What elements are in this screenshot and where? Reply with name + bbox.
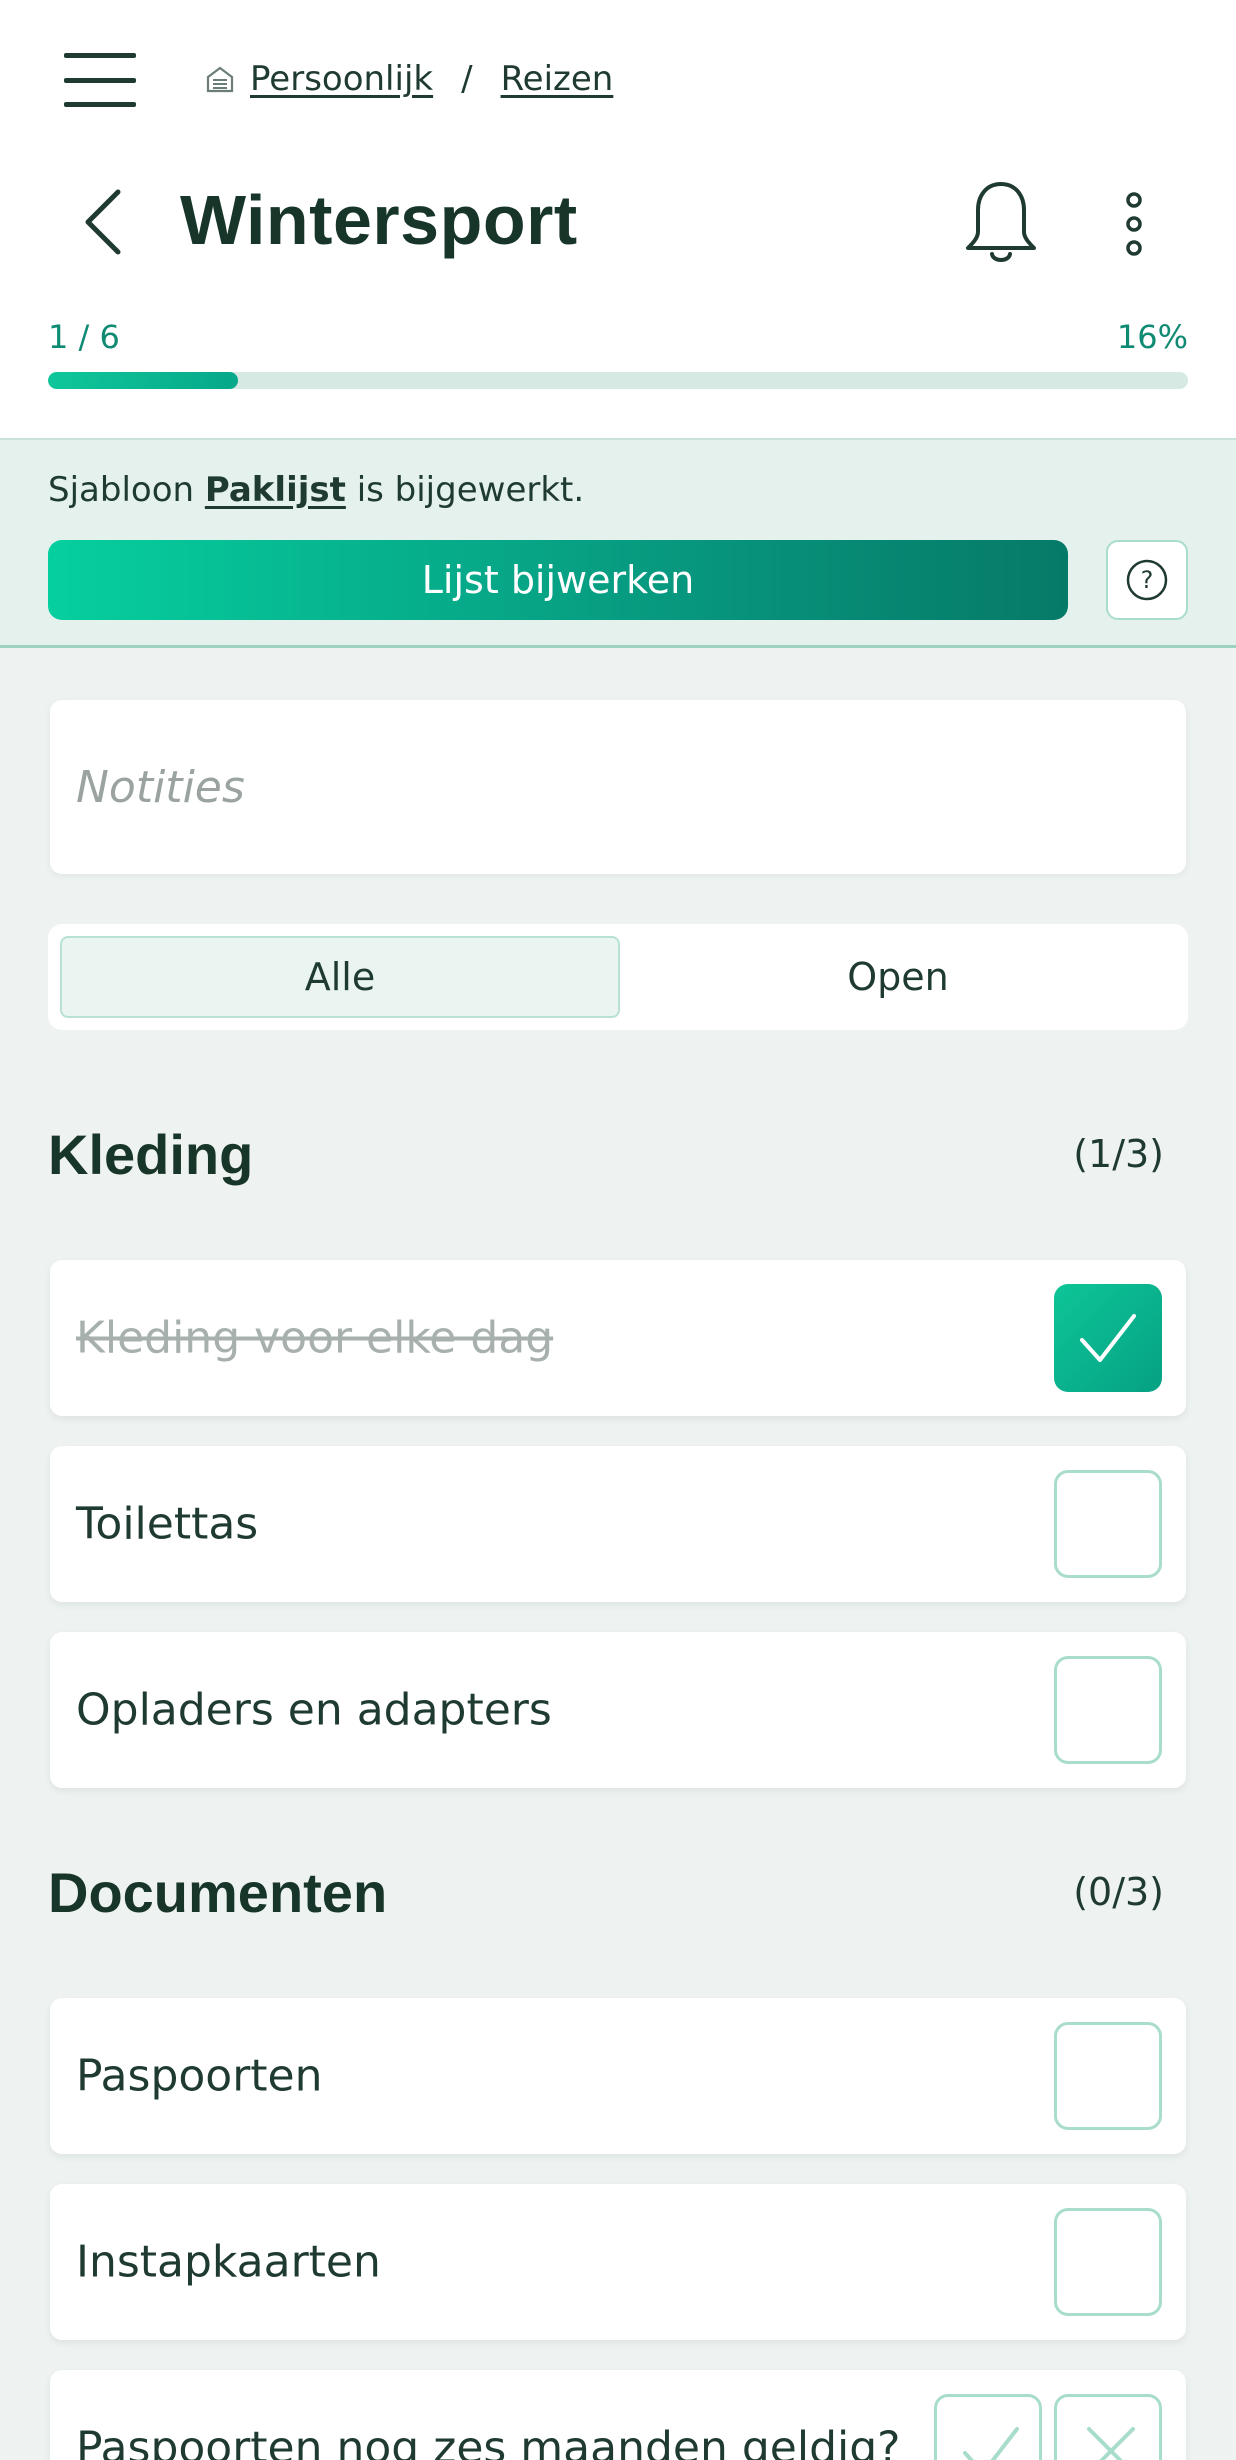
confirm-no-button[interactable] [1054,2394,1162,2460]
section-title: Documenten [48,1861,388,1924]
item-label: Kleding voor elke dag [76,1312,554,1364]
menu-icon[interactable] [60,50,140,110]
item-label: Paspoorten nog zes maanden geldig? [76,2422,901,2460]
confirm-yes-button[interactable] [934,2394,1042,2460]
list-item[interactable]: Paspoorten nog zes maanden geldig? [50,2370,1186,2460]
item-label: Opladers en adapters [76,1684,552,1736]
template-update-banner: Sjabloon Paklijst is bijgewerkt. Lijst b… [0,438,1236,648]
progress-bar [48,372,1188,389]
breadcrumb: Persoonlijk / Reizen [204,54,613,104]
bell-icon[interactable] [962,178,1040,270]
help-button[interactable]: ? [1106,540,1188,620]
breadcrumb-link-reizen[interactable]: Reizen [501,59,614,99]
item-checkbox[interactable] [1054,1284,1162,1392]
banner-text: Sjabloon Paklijst is bijgewerkt. [48,470,584,510]
filter-segmented-control: Alle Open [48,924,1188,1030]
banner-text-prefix: Sjabloon [48,470,195,510]
item-label: Paspoorten [76,2050,323,2102]
cross-icon [1087,2427,1135,2460]
check-icon [963,2427,1019,2460]
list-item[interactable]: Toilettas [50,1446,1186,1602]
banner-text-suffix: is bijgewerkt. [356,470,585,510]
back-icon[interactable] [76,180,136,264]
list-item[interactable]: Paspoorten [50,1998,1186,2154]
breadcrumb-link-persoonlijk[interactable]: Persoonlijk [250,59,433,99]
item-label: Toilettas [76,1498,259,1550]
item-checkbox[interactable] [1054,2022,1162,2130]
notes-input[interactable] [76,761,1160,813]
list-item[interactable]: Opladers en adapters [50,1632,1186,1788]
item-checkbox[interactable] [1054,1656,1162,1764]
section-count: (1/3) [1073,1132,1164,1176]
help-icon: ? [1126,559,1168,601]
home-icon [206,66,234,93]
section-count: (0/3) [1073,1870,1164,1914]
filter-option-alle[interactable]: Alle [60,936,620,1018]
item-label: Instapkaarten [76,2236,381,2288]
breadcrumb-separator: / [461,59,473,99]
page-title: Wintersport [180,181,578,259]
more-icon[interactable] [1112,190,1156,258]
help-glyph: ? [1141,566,1154,594]
progress-count: 1 / 6 [48,318,120,356]
filter-option-open[interactable]: Open [620,936,1176,1018]
progress-percent: 16% [1116,318,1188,356]
item-checkbox[interactable] [1054,2208,1162,2316]
list-item[interactable]: Kleding voor elke dag [50,1260,1186,1416]
progress-bar-fill [48,372,239,389]
template-name-link[interactable]: Paklijst [205,470,346,510]
section-title: Kleding [48,1123,254,1186]
item-checkbox[interactable] [1054,1470,1162,1578]
check-icon [1080,1314,1136,1362]
list-item[interactable]: Instapkaarten [50,2184,1186,2340]
update-list-button[interactable]: Lijst bijwerken [48,540,1068,620]
notes-field[interactable] [50,700,1186,874]
app-header: Persoonlijk / Reizen Wintersport 1 / 6 1… [0,0,1236,438]
